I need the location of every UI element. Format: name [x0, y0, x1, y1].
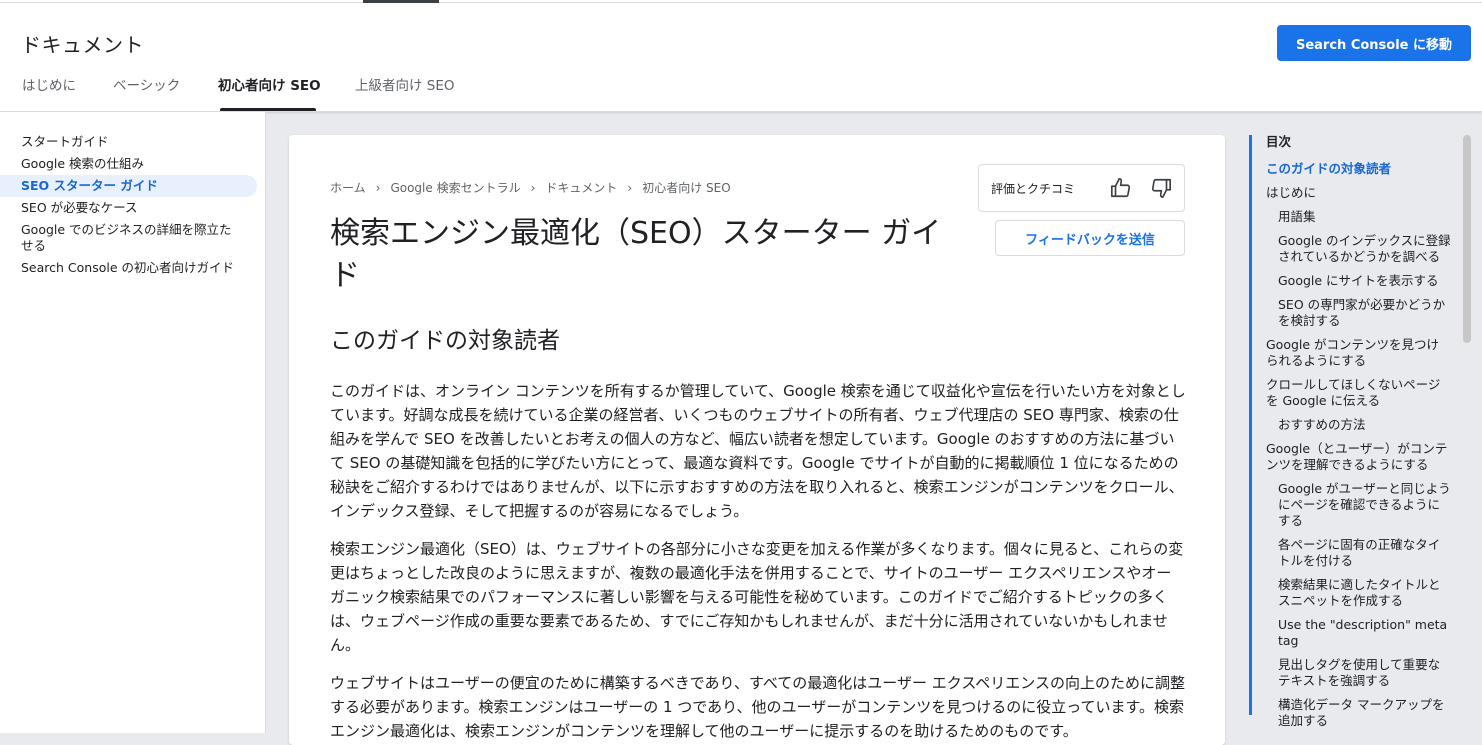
chevron-right-icon: › — [530, 180, 536, 195]
toc-item[interactable]: Google にサイトを表示する — [1252, 271, 1459, 295]
nav-item-business-details[interactable]: Google でのビジネスの詳細を際立たせる — [0, 219, 257, 257]
chevron-right-icon: › — [375, 180, 381, 195]
chevron-right-icon: › — [627, 180, 633, 195]
toc-item[interactable]: おすすめの方法 — [1252, 415, 1459, 439]
article-card: ホーム › Google 検索セントラル › ドキュメント › 初心者向け SE… — [289, 135, 1225, 745]
breadcrumb-documents[interactable]: ドキュメント — [545, 179, 617, 196]
toc-item[interactable]: Google のインデックスに登録されているかどうかを調べる — [1252, 231, 1459, 271]
nav-item-start-guide[interactable]: スタートガイド — [0, 131, 257, 153]
article-body: このガイドは、オンライン コンテンツを所有するか管理していて、Google 検索… — [330, 379, 1186, 745]
toc-item[interactable]: 各ページに固有の正確なタイトルを付ける — [1252, 535, 1459, 575]
breadcrumb-search-central[interactable]: Google 検索セントラル — [390, 179, 520, 196]
toc-scrollbar[interactable] — [1463, 135, 1471, 343]
toc-item[interactable]: クロールしてほしくないページを Google に伝える — [1252, 375, 1459, 415]
toc-item[interactable]: Use the "description" meta tag — [1252, 615, 1459, 655]
toc-item[interactable]: Google がユーザーと同じようにページを確認できるようにする — [1252, 479, 1459, 535]
paragraph: 検索エンジン最適化（SEO）は、ウェブサイトの各部分に小さな変更を加える作業が多… — [330, 540, 1184, 654]
page-title: 検索エンジン最適化（SEO）スターター ガイド — [330, 216, 942, 293]
tab-basics[interactable]: ベーシック — [113, 65, 180, 111]
toc-item[interactable]: 用語集 — [1252, 207, 1459, 231]
paragraph: ウェブサイトはユーザーの便宜のために構築するべきであり、すべての最適化はユーザー… — [330, 674, 1185, 740]
toc-item[interactable]: Google（とユーザー）がコンテンツを理解できるようにする — [1252, 439, 1459, 479]
toc-item[interactable]: 構造化データ マークアップを追加する — [1252, 695, 1459, 735]
thumb-down-icon[interactable] — [1141, 168, 1181, 208]
toc-item[interactable]: 検索結果に適したタイトルとスニペットを作成する — [1252, 575, 1459, 615]
tab-beginner-seo[interactable]: 初心者向け SEO — [218, 65, 321, 111]
toc-item[interactable]: Google がコンテンツを見つけられるようにする — [1252, 335, 1459, 375]
toc-item[interactable]: このガイドの対象読者 — [1252, 159, 1459, 183]
thumb-up-icon[interactable] — [1101, 168, 1141, 208]
nav-item-do-you-need-seo[interactable]: SEO が必要なケース — [0, 197, 257, 219]
toc-item[interactable]: はじめに — [1252, 183, 1459, 207]
tab-advanced-seo[interactable]: 上級者向け SEO — [355, 65, 455, 111]
nav-item-how-search-works[interactable]: Google 検索の仕組み — [0, 153, 257, 175]
site-header: ドキュメント Search Console に移動 はじめに ベーシック 初心者… — [0, 3, 1482, 112]
rating-label: 評価とクチコミ — [991, 181, 1076, 196]
paragraph: このガイドは、オンライン コンテンツを所有するか管理していて、Google 検索… — [330, 382, 1186, 520]
rating-widget: 評価とクチコミ — [978, 164, 1185, 212]
table-of-contents: 目次 このガイドの対象読者 はじめに 用語集 Google のインデックスに登録… — [1249, 134, 1459, 728]
site-title[interactable]: ドキュメント — [21, 29, 144, 58]
breadcrumb: ホーム › Google 検索セントラル › ドキュメント › 初心者向け SE… — [330, 179, 731, 196]
nav-item-search-console-beginners[interactable]: Search Console の初心者向けガイド — [0, 257, 257, 279]
breadcrumb-home[interactable]: ホーム — [330, 179, 366, 196]
left-navigation: スタートガイド Google 検索の仕組み SEO スターター ガイド SEO … — [0, 112, 266, 733]
tab-intro[interactable]: はじめに — [22, 65, 76, 111]
section-heading: このガイドの対象読者 — [330, 328, 560, 354]
go-to-search-console-button[interactable]: Search Console に移動 — [1277, 25, 1471, 61]
toc-heading: 目次 — [1266, 134, 1292, 149]
toc-item[interactable]: 見出しタグを使用して重要なテキストを強調する — [1252, 655, 1459, 695]
send-feedback-button[interactable]: フィードバックを送信 — [995, 220, 1185, 256]
nav-item-seo-starter-guide[interactable]: SEO スターター ガイド — [0, 175, 257, 197]
toc-item[interactable]: SEO の専門家が必要かどうかを検討する — [1252, 295, 1459, 335]
breadcrumb-beginner-seo[interactable]: 初心者向け SEO — [642, 179, 730, 196]
